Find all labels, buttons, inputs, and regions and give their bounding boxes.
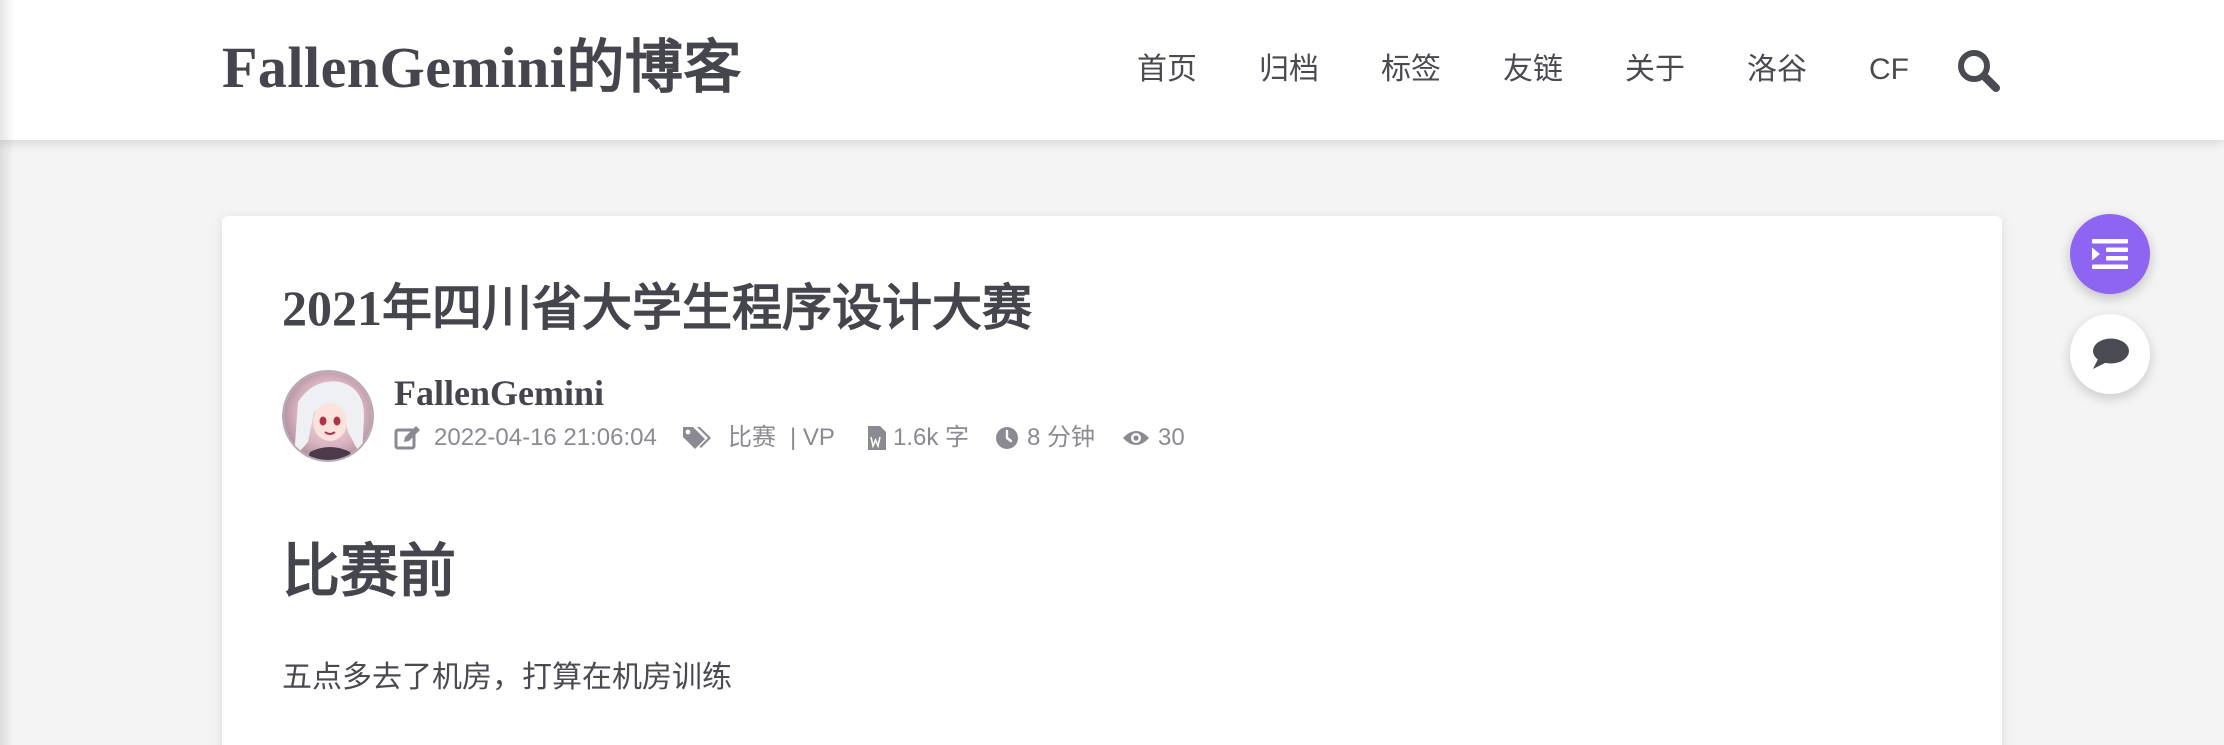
eye-icon [1123, 431, 1149, 445]
post-paragraph: 五点多去了机房，打算在机房训练 [282, 661, 732, 694]
word-count-text: 1.6k 字 [893, 424, 970, 451]
main-nav: 首页 归档 标签 友链 关于 洛谷 CF [0, 46, 2224, 94]
section-heading: 比赛前 [282, 539, 457, 604]
nav-item-luogu[interactable]: 洛谷 [1747, 46, 1807, 94]
comment-button[interactable] [2070, 314, 2150, 394]
nav-item-home[interactable]: 首页 [1137, 46, 1197, 94]
tag-primary[interactable]: 比赛 [728, 422, 776, 454]
post-meta: 2022-04-16 21:06:04 比赛 | VP 1.6k 字 8 分钟 … [222, 422, 2002, 454]
meta-date: 2022-04-16 21:06:04 [394, 422, 657, 454]
word-file-icon [868, 426, 886, 450]
meta-read-time: 8 分钟 [995, 422, 1095, 454]
nav-item-links[interactable]: 友链 [1503, 46, 1563, 94]
post-title: 2021年四川省大学生程序设计大赛 [282, 280, 1032, 336]
nav-item-cf[interactable]: CF [1869, 46, 1909, 94]
views-text: 30 [1158, 424, 1185, 451]
author-name[interactable]: FallenGemini [394, 371, 604, 415]
toc-button[interactable] [2070, 214, 2150, 294]
nav-item-about[interactable]: 关于 [1625, 46, 1685, 94]
clock-icon [996, 427, 1018, 449]
read-time-text: 8 分钟 [1027, 424, 1096, 451]
toc-icon [2092, 239, 2128, 269]
tag-secondary[interactable]: | VP [790, 422, 835, 454]
site-header: FallenGemini的博客 首页 归档 标签 友链 关于 洛谷 CF [0, 0, 2224, 140]
meta-date-text: 2022-04-16 21:06:04 [434, 424, 657, 451]
meta-tags: 比赛 | VP [682, 422, 835, 454]
search-icon[interactable] [1955, 47, 2001, 93]
nav-item-archive[interactable]: 归档 [1259, 46, 1319, 94]
edit-icon [394, 426, 420, 450]
post-card: 2021年四川省大学生程序设计大赛 FallenGemini 2022-04-1… [222, 216, 2002, 745]
nav-item-tags[interactable]: 标签 [1381, 46, 1441, 94]
comment-icon [2093, 338, 2129, 369]
tags-icon [683, 427, 711, 449]
meta-views: 30 [1122, 422, 1185, 454]
meta-word-count: 1.6k 字 [867, 422, 969, 454]
left-edge-shadow [0, 0, 14, 745]
